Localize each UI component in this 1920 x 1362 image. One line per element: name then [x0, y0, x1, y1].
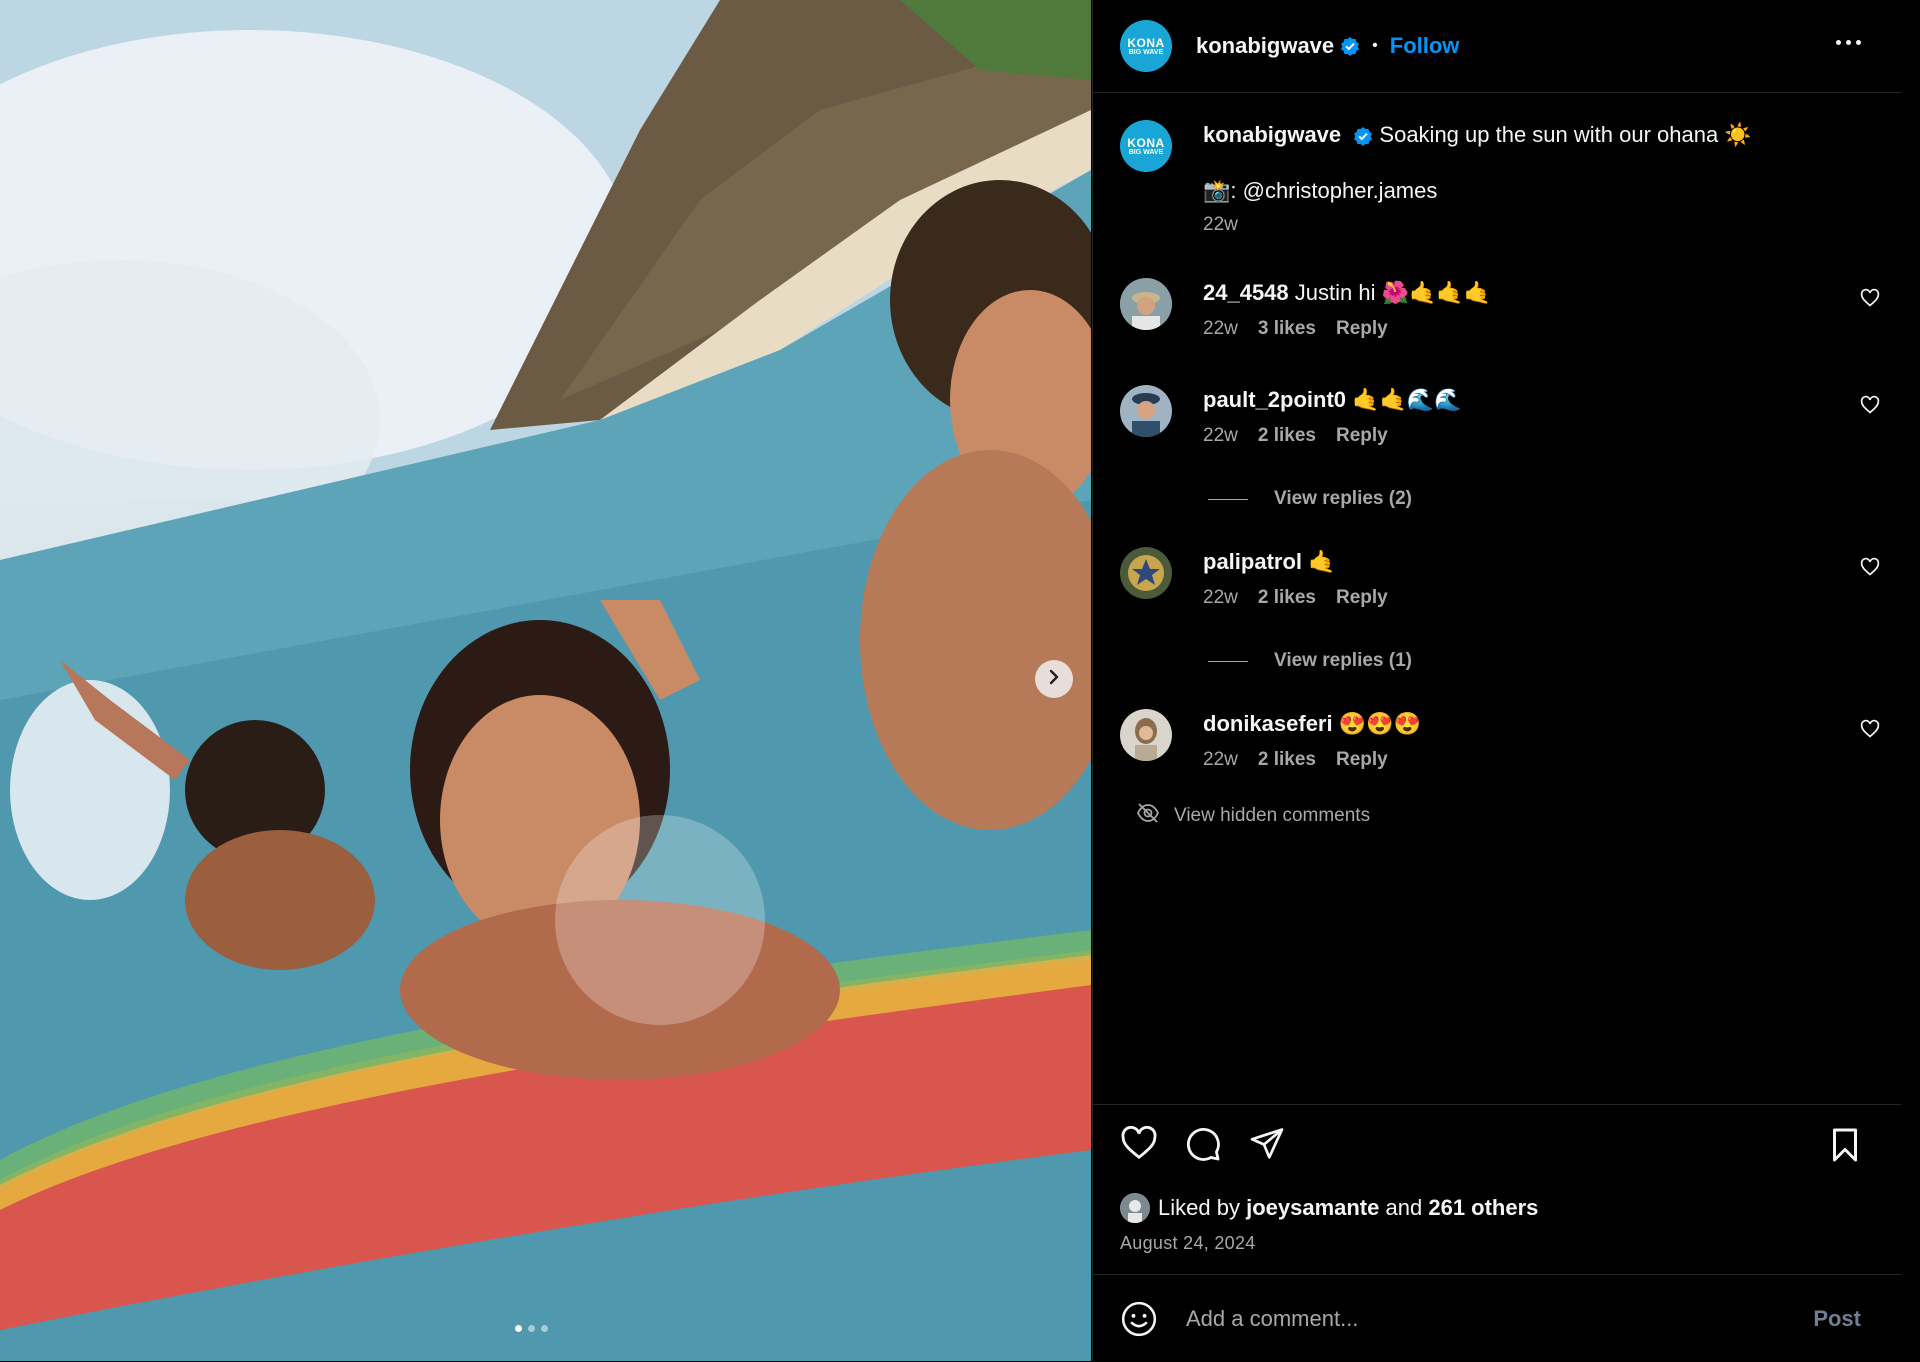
divider: [1208, 660, 1248, 662]
more-options-button[interactable]: [1836, 34, 1861, 51]
bookmark-icon[interactable]: [1829, 1127, 1861, 1163]
comment-text: 🤙🤙🌊🌊: [1352, 387, 1462, 412]
reply-button[interactable]: Reply: [1336, 587, 1388, 609]
view-hidden-comments-button[interactable]: View hidden comments: [1136, 802, 1370, 830]
more-horizontal-icon: [1836, 40, 1841, 45]
comment-time: 22w: [1203, 749, 1238, 770]
avatar: [1120, 1193, 1150, 1223]
logo-text: KONA: [1127, 35, 1165, 50]
view-replies-label: View replies (2): [1274, 488, 1412, 509]
likes-prefix: Liked by: [1158, 1195, 1240, 1220]
reply-button[interactable]: Reply: [1336, 749, 1388, 771]
add-comment-bar: Post: [1093, 1274, 1901, 1362]
likes-summary[interactable]: Liked by joeysamante and 261 others: [1120, 1193, 1538, 1223]
view-replies-button[interactable]: View replies (2): [1208, 488, 1412, 510]
reply-button[interactable]: Reply: [1336, 318, 1388, 340]
action-bar: Liked by joeysamante and 261 others Augu…: [1093, 1104, 1901, 1275]
post-detail-panel: KONA BIG WAVE konabigwave • Follow KONA …: [1092, 0, 1901, 1361]
comment-username[interactable]: donikaseferi: [1203, 711, 1333, 736]
avatar[interactable]: KONA BIG WAVE: [1120, 20, 1172, 72]
separator: •: [1372, 37, 1378, 54]
view-replies-label: View replies (1): [1274, 650, 1412, 671]
caption-credit: 📸: @christopher.james: [1203, 178, 1438, 203]
avatar[interactable]: [1120, 547, 1172, 599]
avatar[interactable]: [1120, 385, 1172, 437]
heart-icon[interactable]: [1860, 395, 1880, 420]
verified-badge-icon: [1340, 36, 1360, 56]
photo-scene: [0, 0, 1091, 1361]
post-image[interactable]: [0, 0, 1091, 1361]
comment-likes[interactable]: 2 likes: [1258, 587, 1316, 609]
next-image-button[interactable]: [1035, 660, 1073, 698]
avatar[interactable]: [1120, 709, 1172, 761]
comment-username[interactable]: palipatrol: [1203, 549, 1302, 574]
comment-time: 22w: [1203, 318, 1238, 339]
share-icon[interactable]: [1248, 1125, 1286, 1163]
divider: [1208, 498, 1248, 500]
caption-text: Soaking up the sun with our ohana ☀️: [1379, 122, 1752, 147]
comment-likes[interactable]: 3 likes: [1258, 318, 1316, 340]
emoji-icon[interactable]: [1120, 1300, 1158, 1338]
comment-text: 😍😍😍: [1338, 711, 1421, 736]
comment-time: 22w: [1203, 587, 1238, 608]
comment-input[interactable]: [1184, 1304, 1768, 1333]
verified-badge-icon: [1353, 126, 1373, 147]
avatar[interactable]: KONA BIG WAVE: [1120, 120, 1172, 172]
carousel-indicator: [515, 1325, 548, 1332]
caption-username[interactable]: konabigwave: [1203, 122, 1341, 147]
header-username[interactable]: konabigwave: [1196, 33, 1334, 59]
carousel-dot: [528, 1325, 535, 1332]
reply-button[interactable]: Reply: [1336, 425, 1388, 447]
comment-likes[interactable]: 2 likes: [1258, 749, 1316, 771]
comment-time: 22w: [1203, 425, 1238, 446]
likes-others[interactable]: 261 others: [1428, 1195, 1538, 1221]
carousel-dot: [541, 1325, 548, 1332]
post-header: KONA BIG WAVE konabigwave • Follow: [1093, 0, 1901, 93]
comment-icon[interactable]: [1184, 1125, 1222, 1163]
eye-off-icon: [1136, 802, 1160, 830]
heart-icon[interactable]: [1860, 557, 1880, 582]
avatar[interactable]: [1120, 278, 1172, 330]
more-horizontal-icon: [1846, 40, 1851, 45]
logo-text: KONA: [1127, 135, 1165, 150]
comment-text: 🤙: [1308, 549, 1336, 574]
chevron-right-icon: [1047, 669, 1061, 690]
heart-icon[interactable]: [1860, 719, 1880, 744]
likes-middle: and: [1385, 1195, 1423, 1220]
caption-time: 22w: [1203, 214, 1238, 235]
liked-by-user[interactable]: joeysamante: [1246, 1195, 1379, 1221]
view-hidden-comments-label: View hidden comments: [1174, 805, 1371, 826]
post-date[interactable]: August 24, 2024: [1120, 1233, 1256, 1254]
heart-icon[interactable]: [1860, 288, 1880, 313]
view-replies-button[interactable]: View replies (1): [1208, 650, 1412, 672]
comment-text: Justin hi 🌺🤙🤙🤙: [1294, 280, 1492, 305]
follow-button[interactable]: Follow: [1390, 33, 1460, 59]
logo-subtext: BIG WAVE: [1128, 148, 1164, 156]
comment-username[interactable]: pault_2point0: [1203, 387, 1346, 412]
heart-icon[interactable]: [1120, 1125, 1158, 1163]
more-horizontal-icon: [1856, 40, 1861, 45]
logo-subtext: BIG WAVE: [1128, 48, 1164, 56]
post-button[interactable]: Post: [1813, 1306, 1861, 1332]
carousel-dot: [515, 1325, 522, 1332]
comment-username[interactable]: 24_4548: [1203, 280, 1289, 305]
comment-likes[interactable]: 2 likes: [1258, 425, 1316, 447]
